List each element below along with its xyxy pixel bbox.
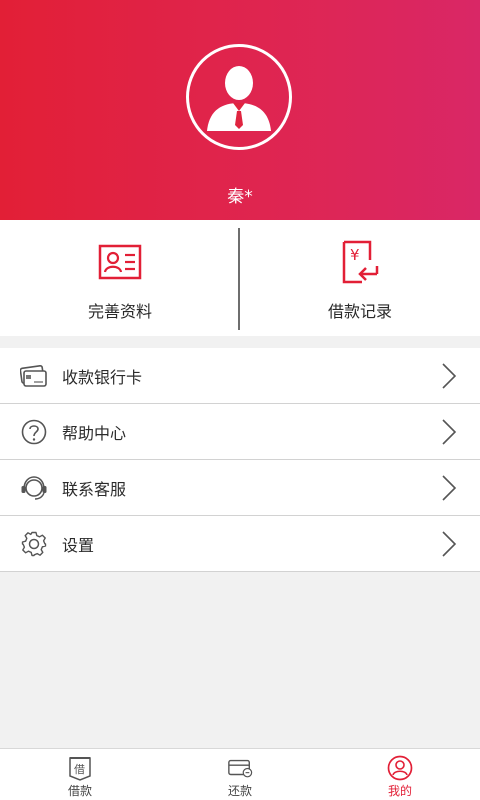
chevron-right-icon — [442, 363, 457, 389]
chevron-right-icon — [442, 419, 457, 445]
menu-item-contact-service[interactable]: 联系客服 — [0, 460, 480, 516]
menu-item-label: 联系客服 — [62, 479, 127, 499]
menu-item-label: 帮助中心 — [62, 423, 127, 443]
avatar[interactable] — [186, 44, 292, 150]
actions-divider — [238, 228, 240, 330]
menu-item-bank-card[interactable]: 收款银行卡 — [0, 348, 480, 404]
profile-icon — [387, 755, 413, 781]
bank-card-icon — [20, 362, 48, 390]
tab-label: 我的 — [387, 784, 412, 798]
tab-borrow[interactable]: 借 借款 — [0, 749, 160, 800]
menu-item-label: 收款银行卡 — [62, 367, 143, 387]
tab-repay[interactable]: 还款 — [160, 749, 320, 800]
user-silhouette-icon — [207, 66, 271, 131]
svg-text:¥: ¥ — [350, 246, 360, 264]
menu-item-label: 设置 — [62, 535, 95, 555]
tab-label: 还款 — [227, 784, 252, 798]
app-root: 秦* 完善资料 ¥ 借款记录 收款银行卡 帮助中心 联系客服 设置 借 借款 还… — [0, 0, 480, 800]
profile-header: 秦* — [0, 0, 480, 220]
bottom-tab-bar: 借 借款 还款 我的 — [0, 748, 480, 800]
loan-record-label: 借款记录 — [327, 302, 392, 321]
complete-profile-button[interactable]: 完善资料 — [0, 220, 240, 336]
chevron-right-icon — [442, 531, 457, 557]
repay-icon — [227, 755, 253, 781]
loan-record-button[interactable]: ¥ 借款记录 — [240, 220, 480, 336]
menu-list: 收款银行卡 帮助中心 联系客服 设置 — [0, 348, 480, 572]
borrow-icon: 借 — [67, 755, 93, 781]
username: 秦* — [227, 187, 253, 207]
tab-profile[interactable]: 我的 — [320, 749, 480, 800]
menu-item-help-center[interactable]: 帮助中心 — [0, 404, 480, 460]
quick-actions: 完善资料 ¥ 借款记录 — [0, 220, 480, 336]
help-icon — [20, 418, 48, 446]
tab-label: 借款 — [67, 784, 92, 798]
menu-item-settings[interactable]: 设置 — [0, 516, 480, 572]
chevron-right-icon — [442, 475, 457, 501]
id-card-icon — [96, 240, 144, 284]
settings-icon — [20, 530, 48, 558]
complete-profile-label: 完善资料 — [87, 302, 152, 321]
headset-icon — [20, 474, 48, 502]
svg-text:借: 借 — [74, 763, 85, 776]
loan-record-icon: ¥ — [336, 240, 384, 284]
